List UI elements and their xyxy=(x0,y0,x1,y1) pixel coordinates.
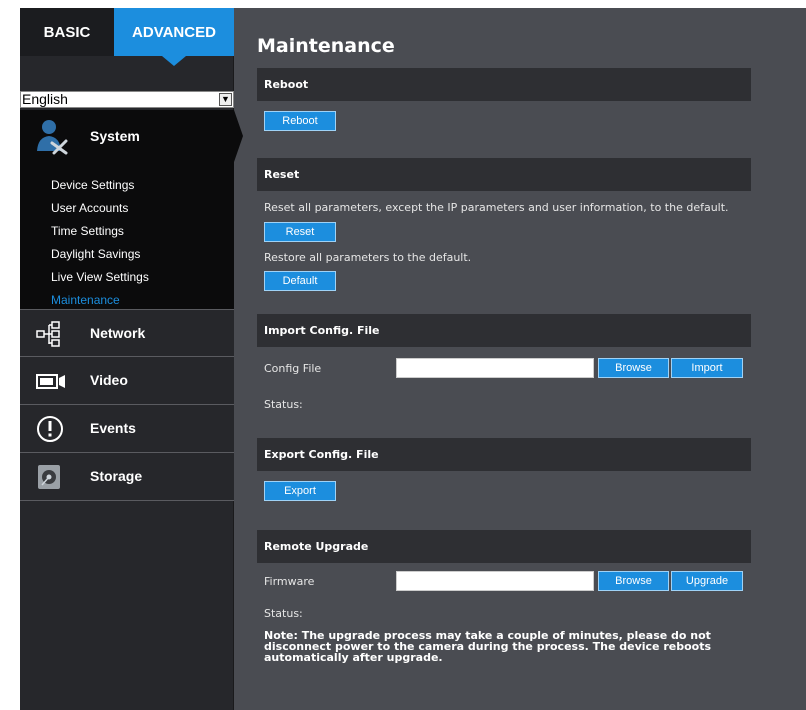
upgrade-note-line-3: automatically after upgrade. xyxy=(264,651,443,664)
sidebar-item-video[interactable]: Video xyxy=(20,357,234,405)
sidebar-item-system-label: System xyxy=(90,128,140,144)
sidebar-item-storage-label: Storage xyxy=(90,468,143,484)
upgrade-button[interactable]: Upgrade xyxy=(671,571,743,591)
section-header-import-config: Import Config. File xyxy=(257,314,751,347)
sidebar-item-live-view-settings[interactable]: Live View Settings xyxy=(51,266,149,289)
section-header-reboot: Reboot xyxy=(257,68,751,101)
sidebar-item-network[interactable]: Network xyxy=(20,309,234,357)
export-button[interactable]: Export xyxy=(264,481,336,501)
tab-basic[interactable]: BASIC xyxy=(20,8,114,56)
default-button[interactable]: Default xyxy=(264,271,336,291)
upgrade-status-label: Status: xyxy=(264,607,303,620)
section-header-remote-upgrade: Remote Upgrade xyxy=(257,530,751,563)
restore-description: Restore all parameters to the default. xyxy=(264,251,472,264)
sidebar-item-network-label: Network xyxy=(90,325,146,341)
sidebar-menu: System Device Settings User Accounts Tim… xyxy=(20,110,243,501)
firmware-label: Firmware xyxy=(264,575,315,588)
language-select-value: English xyxy=(22,91,68,107)
import-button[interactable]: Import xyxy=(671,358,743,378)
config-browse-button[interactable]: Browse xyxy=(598,358,669,378)
sidebar-item-device-settings[interactable]: Device Settings xyxy=(51,174,149,197)
network-icon xyxy=(36,321,60,347)
section-header-reset: Reset xyxy=(257,158,751,191)
reset-button[interactable]: Reset xyxy=(264,222,336,242)
hard-disk-icon xyxy=(38,465,60,489)
sidebar-item-system[interactable]: System xyxy=(20,110,243,162)
section-header-export-config: Export Config. File xyxy=(257,438,751,471)
reset-description: Reset all parameters, except the IP para… xyxy=(264,201,729,214)
main-content: Maintenance Reboot Reboot Reset Reset al… xyxy=(236,8,806,710)
mode-tabs: BASIC ADVANCED xyxy=(20,8,234,66)
sidebar-item-user-accounts[interactable]: User Accounts xyxy=(51,197,149,220)
chevron-down-icon[interactable]: ▼ xyxy=(219,93,232,106)
sidebar-section-system: System Device Settings User Accounts Tim… xyxy=(20,110,243,312)
sidebar-item-video-label: Video xyxy=(90,372,128,388)
page-title: Maintenance xyxy=(257,35,395,57)
sidebar-item-daylight-savings[interactable]: Daylight Savings xyxy=(51,243,149,266)
reboot-button[interactable]: Reboot xyxy=(264,111,336,131)
upgrade-note: Note: The upgrade process may take a cou… xyxy=(264,630,744,663)
tab-advanced[interactable]: ADVANCED xyxy=(114,8,234,66)
sidebar-item-storage[interactable]: Storage xyxy=(20,453,234,501)
alert-icon xyxy=(37,416,63,442)
sidebar: BASIC ADVANCED English ▼ System Device S… xyxy=(20,8,243,710)
sidebar-item-events-label: Events xyxy=(90,420,136,436)
sidebar-item-time-settings[interactable]: Time Settings xyxy=(51,220,149,243)
firmware-browse-button[interactable]: Browse xyxy=(598,571,669,591)
system-submenu: Device Settings User Accounts Time Setti… xyxy=(51,174,149,312)
sidebar-item-events[interactable]: Events xyxy=(20,405,234,453)
language-select[interactable]: English ▼ xyxy=(20,91,234,108)
system-tools-icon xyxy=(37,120,68,155)
app-frame: BASIC ADVANCED English ▼ System Device S… xyxy=(20,8,806,710)
video-camera-icon xyxy=(36,374,65,389)
config-file-label: Config File xyxy=(264,362,322,375)
firmware-input[interactable] xyxy=(396,571,594,591)
config-file-input[interactable] xyxy=(396,358,594,378)
import-status-label: Status: xyxy=(264,398,303,411)
